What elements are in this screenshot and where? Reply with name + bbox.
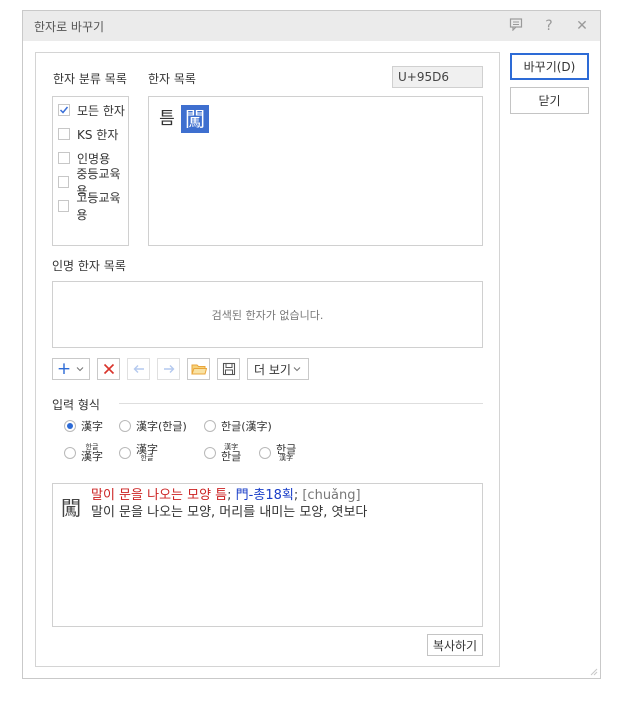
category-item-all[interactable]: 모든 한자	[58, 101, 125, 119]
radio[interactable]	[204, 447, 216, 459]
hanja-detail-box: 闖 말이 문을 나오는 모양 틈; 門-총18획; [chuǎng] 말이 문을…	[52, 483, 483, 627]
main-panel: 한자 분류 목록 한자 목록 U+95D6 모든 한자 KS 한자 인명용 중등…	[35, 52, 500, 667]
detail-line-2: 말이 문을 나오는 모양, 머리를 내미는 모양, 엿보다	[91, 505, 368, 520]
hanja-convert-dialog: 한자로 바꾸기 ? ✕ 한자 분류 목록 한자 목록 U+95D6 모든 한자 …	[22, 10, 601, 679]
category-item-label: KS 한자	[77, 127, 119, 142]
close-button[interactable]: 닫기	[510, 87, 589, 114]
title-bar: 한자로 바꾸기 ? ✕	[23, 11, 600, 41]
name-list-label: 인명 한자 목록	[52, 259, 126, 273]
save-button[interactable]	[217, 358, 240, 380]
format-hanja-hangul-option[interactable]: 漢字(한글)	[119, 415, 187, 437]
format-stack-label: 漢字 한글	[221, 444, 242, 463]
dialog-title: 한자로 바꾸기	[34, 20, 105, 34]
format-hanja-option[interactable]: 漢字	[64, 415, 103, 437]
category-label: 한자 분류 목록	[53, 72, 127, 86]
move-left-button[interactable]	[127, 358, 150, 380]
radio[interactable]	[64, 447, 76, 459]
radio-selected[interactable]	[64, 420, 76, 432]
unicode-code-field: U+95D6	[392, 66, 483, 88]
format-stack-label: 한글 漢字	[276, 444, 296, 462]
radio[interactable]	[204, 420, 216, 432]
detail-pinyin: [chuǎng]	[302, 488, 361, 503]
checkbox[interactable]	[58, 152, 70, 164]
format-ruby-hangul-over-hanja-option[interactable]: 한글 漢字	[64, 440, 103, 466]
open-button[interactable]	[187, 358, 210, 380]
format-ruby-small-hanja-over-hangul-option[interactable]: 漢字 한글	[204, 440, 241, 466]
radio[interactable]	[119, 447, 131, 459]
format-ruby-hanja-over-hangul-option[interactable]: 漢字 한글	[119, 440, 158, 466]
arrow-left-icon	[133, 365, 144, 373]
stack-bottom-text: 한글	[140, 454, 154, 462]
format-ruby-hangul-over-small-hanja-option[interactable]: 한글 漢字	[259, 440, 296, 466]
add-button[interactable]: +	[52, 358, 90, 380]
delete-button[interactable]	[97, 358, 120, 380]
convert-button-label: 바꾸기(D)	[523, 60, 576, 74]
section-divider	[119, 403, 483, 404]
detail-hanja: 闖	[61, 496, 81, 520]
chevron-down-icon	[293, 367, 301, 372]
detail-line-1: 말이 문을 나오는 모양 틈; 門-총18획; [chuǎng]	[91, 487, 361, 504]
view-more-label: 더 보기	[254, 362, 291, 377]
save-disk-icon	[222, 362, 235, 376]
format-hangul-hanja-option[interactable]: 한글(漢字)	[204, 415, 272, 437]
hanja-list-item-selected[interactable]: 闖	[181, 105, 209, 133]
category-item-label: 고등교육용	[76, 191, 121, 222]
category-item-label: 인명용	[77, 151, 111, 166]
view-more-dropdown[interactable]: 더 보기	[247, 358, 309, 380]
comment-icon[interactable]	[507, 17, 525, 35]
checkbox[interactable]	[58, 200, 70, 212]
move-right-button[interactable]	[157, 358, 180, 380]
hanja-list-label: 한자 목록	[148, 72, 196, 86]
close-icon[interactable]: ✕	[573, 17, 591, 35]
copy-button[interactable]: 복사하기	[427, 634, 483, 656]
format-stack-label: 漢字 한글	[136, 444, 158, 462]
stack-bottom-text: 한글	[221, 450, 242, 463]
delete-x-icon	[103, 363, 114, 375]
input-format-label: 입력 형식	[52, 398, 100, 412]
checkbox[interactable]	[58, 128, 70, 140]
convert-button[interactable]: 바꾸기(D)	[510, 53, 589, 80]
unicode-code-value: U+95D6	[398, 70, 449, 84]
detail-radical-strokes: 門-총18획	[235, 488, 294, 503]
format-option-label: 漢字	[81, 420, 103, 433]
category-item-label: 모든 한자	[77, 103, 125, 118]
name-hanja-list: 검색된 한자가 없습니다.	[52, 281, 483, 348]
detail-separator: ;	[227, 488, 232, 503]
chevron-down-icon	[76, 367, 84, 372]
folder-icon	[190, 364, 207, 375]
hanja-list-item[interactable]: 틈	[153, 105, 181, 133]
detail-meaning: 말이 문을 나오는 모양 틈	[91, 488, 228, 503]
close-button-label: 닫기	[538, 94, 561, 108]
resize-grip-icon[interactable]	[588, 666, 598, 676]
category-list: 모든 한자 KS 한자 인명용 중등교육용 고등교육용	[52, 96, 129, 246]
format-option-label: 漢字(한글)	[136, 420, 187, 433]
radio[interactable]	[119, 420, 131, 432]
category-item-ks[interactable]: KS 한자	[58, 125, 118, 143]
format-option-label: 한글(漢字)	[221, 420, 272, 433]
checkbox-checked[interactable]	[58, 104, 70, 116]
format-stack-label: 한글 漢字	[81, 444, 103, 463]
stack-bottom-text: 漢字	[81, 450, 103, 463]
hanja-list: 틈 闖	[148, 96, 483, 246]
checkbox[interactable]	[58, 176, 70, 188]
category-item-high-school[interactable]: 고등교육용	[58, 191, 128, 222]
plus-icon: +	[56, 358, 72, 379]
detail-separator: ;	[293, 488, 299, 503]
radio[interactable]	[259, 447, 271, 459]
help-icon[interactable]: ?	[540, 17, 558, 35]
arrow-right-icon	[163, 365, 174, 373]
stack-bottom-text: 漢字	[279, 454, 294, 462]
toolbar: + 더 보기	[52, 358, 483, 380]
empty-message: 검색된 한자가 없습니다.	[211, 308, 324, 322]
